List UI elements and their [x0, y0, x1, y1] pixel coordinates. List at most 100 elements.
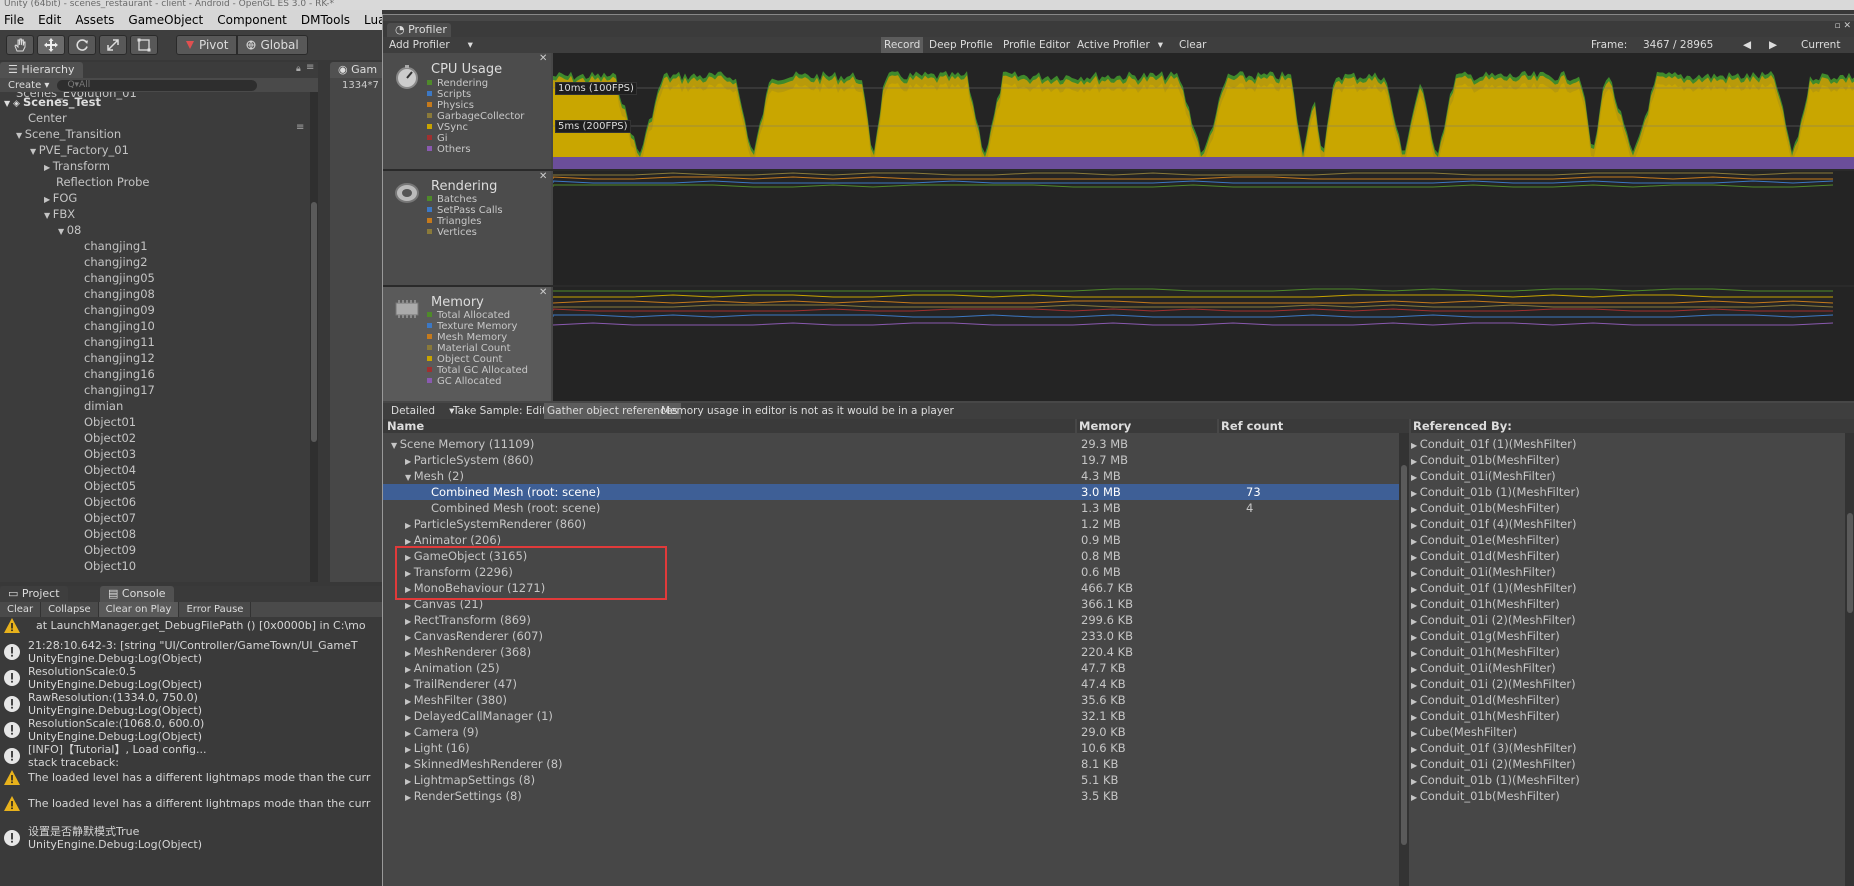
collapsed-arrow-icon[interactable]: ▶ [1411, 713, 1420, 722]
reference-item[interactable]: ▶ Conduit_01f (1)(MeshFilter) [1411, 580, 1576, 596]
hierarchy-item[interactable]: ▶ FOG [44, 190, 77, 206]
collapsed-arrow-icon[interactable]: ▶ [405, 665, 414, 674]
collapsed-arrow-icon[interactable]: ▶ [1411, 585, 1420, 594]
memory-row[interactable]: ▶ Canvas (21) 366.1 KB [383, 596, 1399, 612]
hierarchy-item[interactable]: Object06 [84, 494, 136, 510]
memory-row[interactable]: ▼ Mesh (2) 4.3 MB [383, 468, 1399, 484]
collapsed-arrow-icon[interactable]: ▶ [1411, 777, 1420, 786]
hierarchy-item[interactable]: Object02 [84, 430, 136, 446]
add-profiler-dropdown[interactable]: Add Profiler ▾ [389, 37, 473, 53]
prev-frame-button[interactable]: ◀ [1743, 37, 1751, 53]
collapsed-arrow-icon[interactable]: ▶ [405, 697, 414, 706]
collapsed-arrow-icon[interactable]: ▶ [1411, 729, 1420, 738]
reference-item[interactable]: ▶ Conduit_01i(MeshFilter) [1411, 468, 1556, 484]
error-pause-toggle[interactable]: Error Pause [179, 602, 252, 617]
pivot-toggle[interactable]: Pivot [176, 35, 238, 55]
create-dropdown[interactable]: Create ▾ [0, 80, 49, 91]
reference-item[interactable]: ▶ Conduit_01b(MeshFilter) [1411, 788, 1560, 804]
legend-item[interactable]: Vertices [427, 227, 477, 238]
reference-item[interactable]: ▶ Conduit_01b (1)(MeshFilter) [1411, 484, 1580, 500]
clear-profiler-button[interactable]: Clear [1179, 37, 1206, 53]
tab-hierarchy[interactable]: ☰ Hierarchy [0, 62, 83, 78]
collapsed-arrow-icon[interactable]: ▶ [405, 713, 414, 722]
collapsed-arrow-icon[interactable]: ▶ [405, 729, 414, 738]
reference-item[interactable]: ▶ Conduit_01b(MeshFilter) [1411, 452, 1560, 468]
reference-item[interactable]: ▶ Conduit_01i(MeshFilter) [1411, 564, 1556, 580]
legend-item[interactable]: Gi [427, 133, 448, 144]
memory-row[interactable]: ▶ SkinnedMeshRenderer (8) 8.1 KB [383, 756, 1399, 772]
game-view[interactable]: 1334*7 [330, 78, 382, 582]
legend-item[interactable]: Total GC Allocated [427, 365, 528, 376]
expanded-arrow-icon[interactable]: ▼ [405, 473, 414, 482]
hierarchy-item[interactable]: changjing05 [84, 270, 155, 286]
reference-item[interactable]: ▶ Conduit_01d(MeshFilter) [1411, 548, 1560, 564]
hierarchy-item[interactable]: Center [28, 110, 67, 126]
collapsed-arrow-icon[interactable]: ▶ [405, 649, 414, 658]
collapsed-arrow-icon[interactable]: ▶ [405, 633, 414, 642]
hierarchy-item[interactable]: Object08 [84, 526, 136, 542]
reference-item[interactable]: ▶ Conduit_01f (4)(MeshFilter) [1411, 516, 1576, 532]
console-entry[interactable]: at LaunchManager.get_DebugFilePath () [0… [0, 618, 382, 633]
legend-item[interactable]: Material Count [427, 343, 511, 354]
hierarchy-item[interactable]: Reflection Probe [56, 174, 150, 190]
close-icon[interactable]: ✕ [539, 53, 547, 64]
collapsed-arrow-icon[interactable]: ▶ [1411, 761, 1420, 770]
collapsed-arrow-icon[interactable]: ▶ [1411, 521, 1420, 530]
hierarchy-item[interactable]: ▼ PVE_Factory_01 [30, 142, 129, 158]
column-header-memory[interactable]: Memory [1077, 419, 1217, 433]
reference-item[interactable]: ▶ Conduit_01f (3)(MeshFilter) [1411, 740, 1576, 756]
profile-editor-toggle[interactable]: Profile Editor [1003, 37, 1070, 53]
expanded-arrow-icon[interactable]: ▼ [4, 99, 13, 108]
legend-item[interactable]: Physics [427, 100, 474, 111]
active-profiler-dropdown[interactable]: Active Profiler ▾ [1077, 37, 1163, 53]
reference-item[interactable]: ▶ Conduit_01h(MeshFilter) [1411, 644, 1560, 660]
record-toggle[interactable]: Record [881, 37, 924, 53]
tab-console[interactable]: ▤ Console [100, 586, 174, 602]
collapsed-arrow-icon[interactable]: ▶ [1411, 697, 1420, 706]
hierarchy-item[interactable]: ▼ FBX [44, 206, 75, 222]
collapsed-arrow-icon[interactable]: ▶ [1411, 569, 1420, 578]
collapsed-arrow-icon[interactable]: ▶ [1411, 745, 1420, 754]
expanded-arrow-icon[interactable]: ▼ [58, 227, 67, 236]
menu-assets[interactable]: Assets [68, 13, 121, 27]
hierarchy-item[interactable]: Object10 [84, 558, 136, 574]
collapsed-arrow-icon[interactable]: ▶ [1411, 537, 1420, 546]
collapsed-arrow-icon[interactable]: ▶ [1411, 601, 1420, 610]
memory-row[interactable]: Combined Mesh (root: scene) 1.3 MB 4 [383, 500, 1399, 516]
reference-item[interactable]: ▶ Conduit_01b(MeshFilter) [1411, 500, 1560, 516]
view-mode-dropdown[interactable]: Detailed ▾ [391, 403, 454, 419]
memory-row[interactable]: ▶ Light (16) 10.6 KB [383, 740, 1399, 756]
memory-row[interactable]: ▶ RenderSettings (8) 3.5 KB [383, 788, 1399, 804]
reference-item[interactable]: ▶ Conduit_01f (1)(MeshFilter) [1411, 436, 1576, 452]
memory-lane[interactable]: Memory ✕ Total Allocated Texture Memory Me… [383, 287, 551, 401]
memory-row[interactable]: ▶ ParticleSystem (860) 19.7 MB [383, 452, 1399, 468]
memory-row[interactable]: ▶ Animation (25) 47.7 KB [383, 660, 1399, 676]
console-entry[interactable]: RawResolution:(1334.0, 750.0) UnityEngine… [0, 690, 382, 718]
menu-edit[interactable]: Edit [31, 13, 68, 27]
legend-item[interactable]: Scripts [427, 89, 471, 100]
console-entry[interactable]: The loaded level has a different lightma… [0, 796, 382, 811]
hierarchy-item[interactable]: changjing11 [84, 334, 155, 350]
memory-row[interactable]: ▶ ParticleSystemRenderer (860) 1.2 MB [383, 516, 1399, 532]
console-entry[interactable]: ResolutionScale:(1068.0, 600.0) UnityEngi… [0, 716, 382, 744]
hierarchy-item[interactable]: changjing2 [84, 254, 148, 270]
collapsed-arrow-icon[interactable]: ▶ [405, 777, 414, 786]
tab-project[interactable]: ▭ Project [0, 586, 68, 602]
deep-profile-toggle[interactable]: Deep Profile [929, 37, 993, 53]
memory-row[interactable]: ▶ Camera (9) 29.0 KB [383, 724, 1399, 740]
collapsed-arrow-icon[interactable]: ▶ [44, 195, 53, 204]
collapsed-arrow-icon[interactable]: ▶ [1411, 633, 1420, 642]
next-frame-button[interactable]: ▶ [1769, 37, 1777, 53]
memory-row[interactable]: ▶ Transform (2296) 0.6 MB [383, 564, 1399, 580]
legend-item[interactable]: Mesh Memory [427, 332, 507, 343]
tab-profiler[interactable]: ◔ Profiler [387, 23, 451, 37]
legend-item[interactable]: Object Count [427, 354, 502, 365]
window-controls[interactable]: ▫ ✕ [1834, 21, 1851, 31]
reference-item[interactable]: ▶ Cube(MeshFilter) [1411, 724, 1517, 740]
collapsed-arrow-icon[interactable]: ▶ [405, 457, 414, 466]
reference-item[interactable]: ▶ Conduit_01i(MeshFilter) [1411, 660, 1556, 676]
rect-tool-button[interactable] [130, 35, 158, 55]
legend-item[interactable]: Batches [427, 194, 477, 205]
rendering-lane[interactable]: Rendering ✕ Batches SetPass Calls Triangle… [383, 171, 551, 285]
column-header-ref-count[interactable]: Ref count [1219, 419, 1409, 433]
